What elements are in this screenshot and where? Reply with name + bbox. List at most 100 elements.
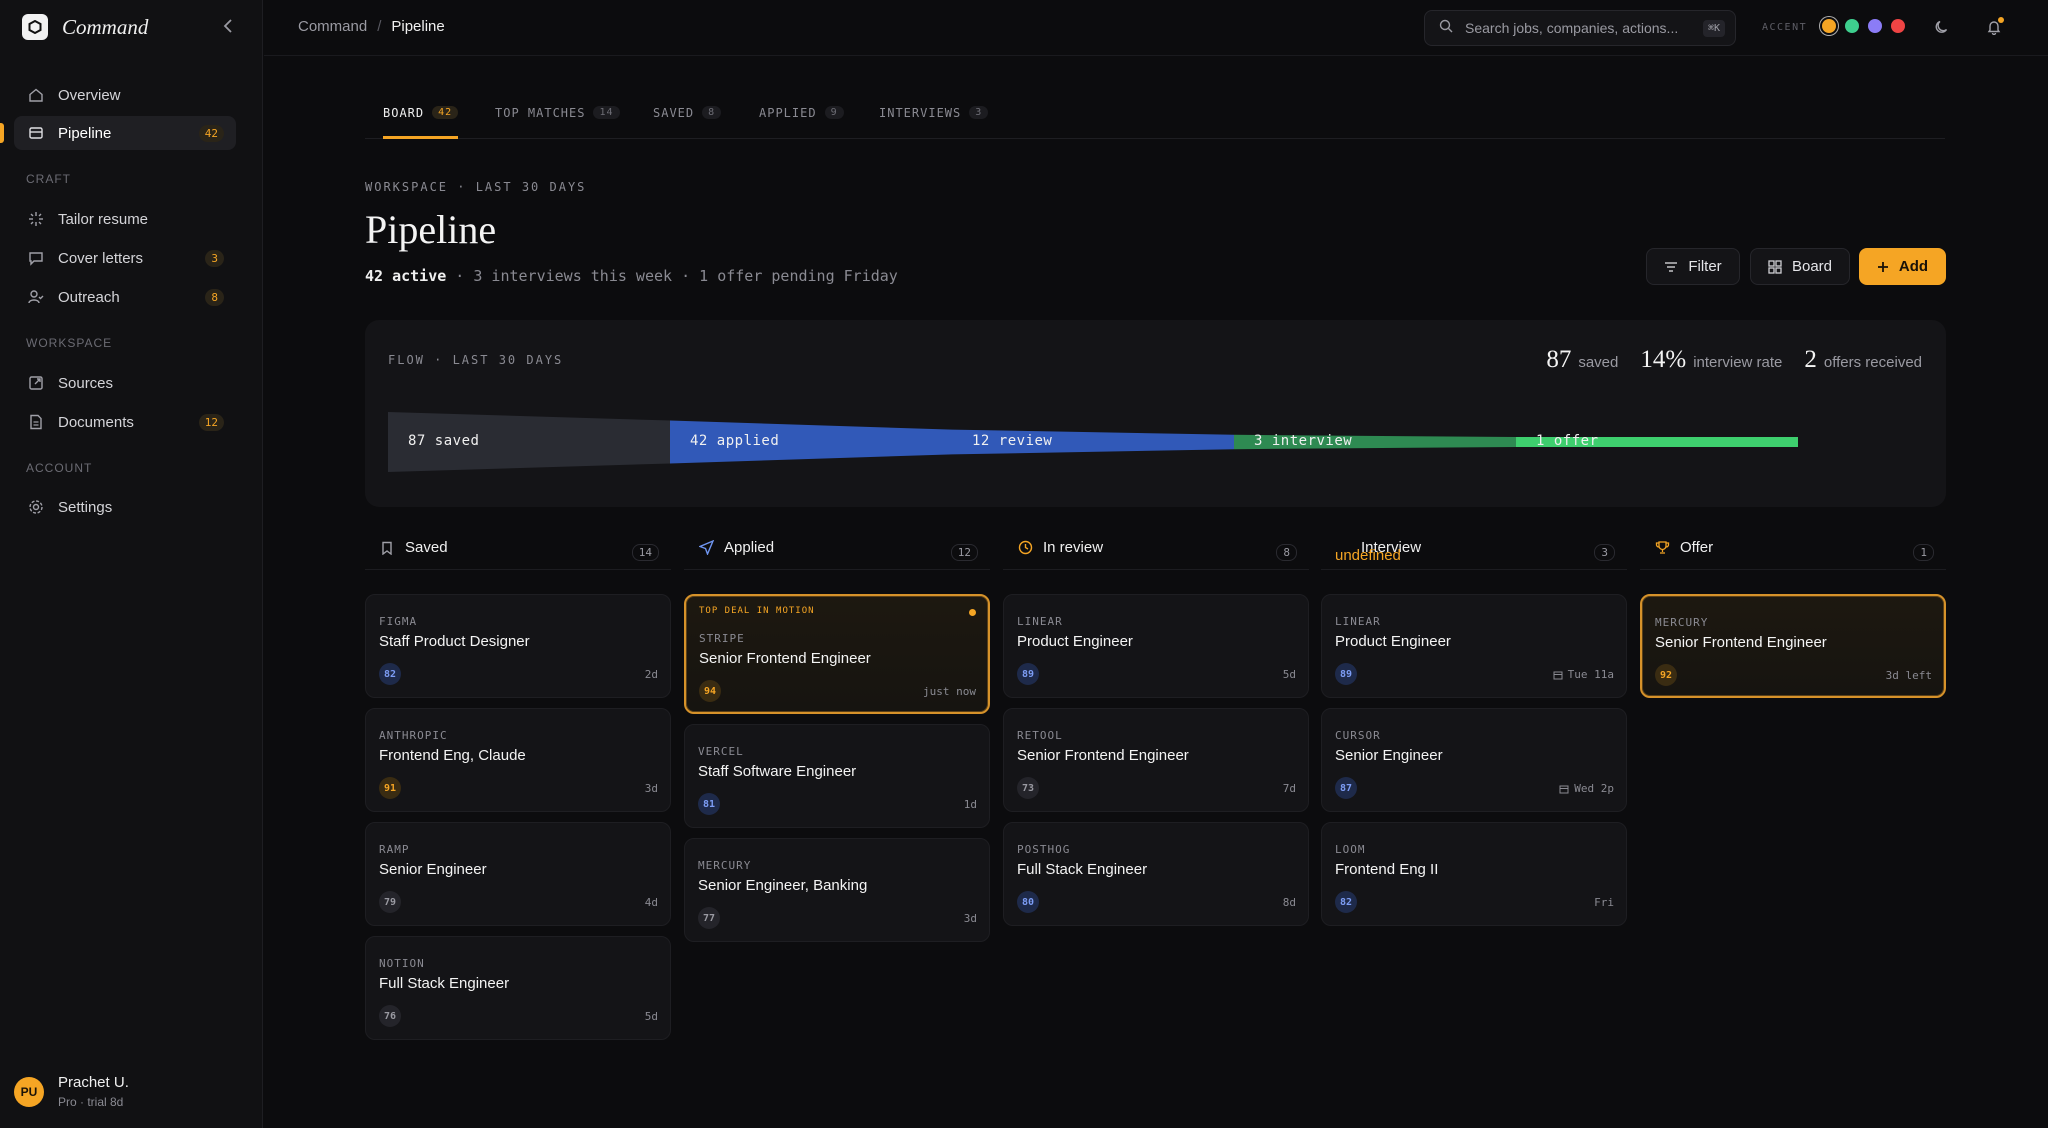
count-badge: 8 [205,288,224,306]
breadcrumb-link[interactable]: Command [298,18,367,35]
job-card[interactable]: LINEAR Product Engineer 89 Tue 11a [1321,594,1627,698]
search-box[interactable]: ⌘K [1424,10,1736,46]
tab-count: 3 [969,106,989,119]
sidebar-item-pipeline[interactable]: Pipeline 42 [0,116,236,150]
trophy-icon [1654,540,1670,556]
sidebar-item-tailor-resume[interactable]: Tailor resume [14,202,236,236]
meta-text: 5d [644,1010,658,1023]
job-card[interactable]: ANTHROPIC Frontend Eng, Claude 91 3d [365,708,671,812]
funnel-stage-label: 1 offer [1536,433,1599,449]
column-count: 12 [950,544,978,561]
sidebar-item-label: Cover letters [58,249,144,267]
funnel-stage-label: 87 saved [408,433,480,449]
sidebar-item-label: Outreach [58,288,120,306]
collapse-sidebar-icon[interactable] [218,16,238,36]
match-score: 77 [698,907,720,929]
job-title: Full Stack Engineer [1017,861,1148,878]
bookmark-icon [379,540,395,556]
tab-interviews[interactable]: INTERVIEWS 3 [879,106,989,139]
job-title: Product Engineer [1017,633,1133,650]
column-header: undefined Interview 3 [1321,536,1627,570]
tab-saved[interactable]: SAVED 8 [653,106,722,139]
job-card[interactable]: POSTHOG Full Stack Engineer 80 8d [1003,822,1309,926]
count-badge: 3 [205,249,224,267]
card-meta: 5d [1283,668,1296,681]
job-card[interactable]: CURSOR Senior Engineer 87 Wed 2p [1321,708,1627,812]
match-score: 82 [379,663,401,685]
meta-text: 1d [963,798,977,811]
tab-board[interactable]: BOARD 42 [383,106,459,139]
meta-text: 8d [1282,896,1296,909]
job-card[interactable]: VERCEL Staff Software Engineer 81 1d [684,724,990,828]
job-card[interactable]: MERCURY Senior Engineer, Banking 77 3d [684,838,990,942]
match-score: 92 [1655,664,1677,686]
moon-icon[interactable] [1932,17,1952,37]
tab-label: BOARD [383,106,425,120]
sidebar-item-documents[interactable]: Documents 12 [14,405,236,439]
column-icon-fallback: undefined [1335,547,1401,564]
column-count: 3 [1594,544,1615,561]
tab-label: APPLIED [759,106,817,120]
sidebar-item-overview[interactable]: Overview [14,78,236,112]
meta-text: just now [923,685,976,698]
section-title-workspace: WORKSPACE [26,336,113,350]
job-title: Senior Frontend Engineer [1655,634,1827,651]
notification-dot [1998,17,2004,23]
sidebar-item-label: Pipeline [58,124,112,142]
job-card[interactable]: RETOOL Senior Frontend Engineer 73 7d [1003,708,1309,812]
stat-label: saved [1578,354,1619,371]
company-name: MERCURY [698,859,752,872]
job-card[interactable]: LINEAR Product Engineer 89 5d [1003,594,1309,698]
tab-top-matches[interactable]: TOP MATCHES 14 [495,106,620,139]
gear-icon [28,499,44,515]
job-title: Product Engineer [1335,633,1451,650]
sidebar-item-settings[interactable]: Settings [14,490,236,524]
match-score: 80 [1017,891,1039,913]
tab-applied[interactable]: APPLIED 9 [759,106,844,139]
bell-icon[interactable] [1984,17,2004,37]
user-plan: Pro · trial 8d [58,1095,124,1109]
company-name: LINEAR [1017,615,1063,628]
column-count: 14 [631,544,659,561]
job-card[interactable]: TOP DEAL IN MOTION STRIPE Senior Frontend … [684,594,990,714]
filter-button[interactable]: Filter [1646,248,1740,285]
accent-swatch-amber[interactable] [1822,19,1836,33]
filter-label: Filter [1688,258,1722,275]
column-applied: Applied 12 TOP DEAL IN MOTION STRIPE Senior … [684,536,990,942]
sparkle-icon [28,211,44,227]
match-score: 81 [698,793,720,815]
sidebar-item-cover-letters[interactable]: Cover letters 3 [14,241,236,275]
card-tag: TOP DEAL IN MOTION [699,606,815,616]
job-card[interactable]: MERCURY Senior Frontend Engineer 92 3d left [1640,594,1946,698]
accent-swatch-green[interactable] [1845,19,1859,33]
job-title: Staff Software Engineer [698,763,857,780]
match-score: 82 [1335,891,1357,913]
stat-interview-rate: 14% interview rate [1640,346,1782,374]
tab-label: INTERVIEWS [879,106,962,120]
board-view-button[interactable]: Board [1750,248,1850,285]
flow-stats: 87 saved 14% interview rate 2 offers receiv… [1524,346,1922,374]
column-header: Applied 12 [684,536,990,570]
clock-icon [1017,540,1033,556]
column-count: 1 [1913,544,1934,561]
job-card[interactable]: LOOM Frontend Eng II 82 Fri [1321,822,1627,926]
sidebar-item-sources[interactable]: Sources [14,366,236,400]
add-button[interactable]: Add [1859,248,1946,285]
job-title: Staff Product Designer [379,633,530,650]
column-header: In review 8 [1003,536,1309,570]
brand[interactable]: Command [22,14,148,40]
sidebar-item-outreach[interactable]: Outreach 8 [14,280,236,314]
tab-count: 14 [593,106,620,119]
accent-swatch-purple[interactable] [1868,19,1882,33]
user-check-icon [28,289,44,305]
company-name: VERCEL [698,745,744,758]
job-card[interactable]: NOTION Full Stack Engineer 76 5d [365,936,671,1040]
avatar: PU [14,1076,44,1107]
search-input[interactable] [1465,20,1690,36]
job-card[interactable]: RAMP Senior Engineer 79 4d [365,822,671,926]
job-card[interactable]: FIGMA Staff Product Designer 82 2d [365,594,671,698]
accent-swatch-red[interactable] [1891,19,1905,33]
match-score: 73 [1017,777,1039,799]
user-profile[interactable]: PU Prachet U. Pro · trial 8d [14,1074,129,1109]
match-score: 91 [379,777,401,799]
